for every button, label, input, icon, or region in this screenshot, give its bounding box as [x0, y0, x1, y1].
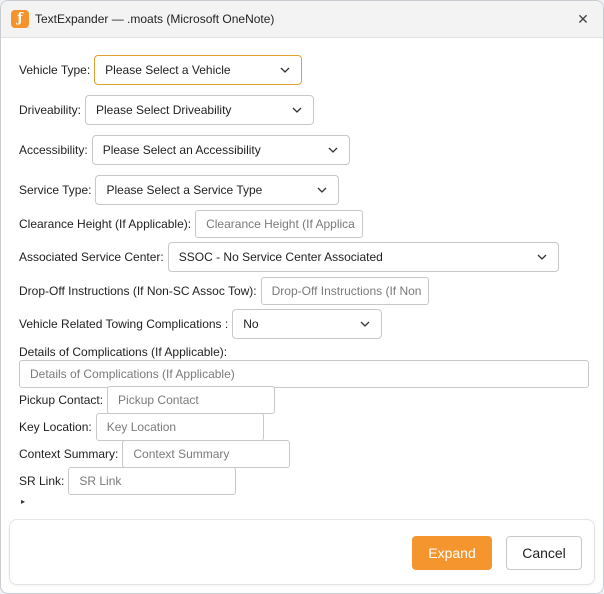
footer-bar: Expand Cancel: [9, 519, 595, 585]
clearance-height-input[interactable]: Clearance Height (If Applica: [195, 210, 364, 238]
service-type-label: Service Type:: [19, 183, 92, 197]
sr-link-label: SR Link:: [19, 474, 65, 488]
key-location-row: Key Location: Key Location: [19, 413, 264, 441]
chevron-down-icon: [328, 147, 338, 153]
chevron-down-icon: [360, 321, 370, 327]
dropoff-row: Drop-Off Instructions (If Non-SC Assoc T…: [19, 277, 429, 305]
vehicle-type-select[interactable]: Please Select a Vehicle: [94, 55, 303, 85]
context-summary-input[interactable]: Context Summary: [122, 440, 291, 468]
dropoff-input[interactable]: Drop-Off Instructions (If Non: [260, 277, 429, 305]
service-type-value: Please Select a Service Type: [106, 183, 263, 197]
textexpander-app-icon: ƒ: [11, 10, 29, 28]
key-location-label: Key Location:: [19, 420, 92, 434]
form-content: Vehicle Type: Please Select a Vehicle Dr…: [1, 38, 603, 508]
dropoff-label: Drop-Off Instructions (If Non-SC Assoc T…: [19, 284, 257, 298]
vehicle-type-label: Vehicle Type:: [19, 63, 91, 77]
close-icon: ✕: [577, 11, 589, 27]
sr-link-row: SR Link: SR Link: [19, 467, 237, 495]
accessibility-row: Accessibility: Please Select an Accessib…: [19, 135, 350, 165]
key-location-placeholder: Key Location: [106, 420, 177, 434]
details-complications-label: Details of Complications (If Applicable)…: [19, 345, 228, 359]
towing-complications-label: Vehicle Related Towing Complications :: [19, 317, 229, 331]
sr-link-placeholder: SR Link: [79, 474, 122, 488]
driveability-select[interactable]: Please Select Driveability: [85, 95, 315, 125]
chevron-down-icon: [292, 107, 302, 113]
disclosure-triangle-icon[interactable]: ▸: [21, 497, 25, 506]
details-complications-placeholder: Details of Complications (If Applicable): [30, 367, 235, 381]
vehicle-type-value: Please Select a Vehicle: [105, 63, 231, 77]
window-title: TextExpander — .moats (Microsoft OneNote…: [35, 12, 275, 26]
service-center-row: Associated Service Center: SSOC - No Ser…: [19, 242, 559, 272]
service-type-row: Service Type: Please Select a Service Ty…: [19, 175, 340, 205]
cancel-button[interactable]: Cancel: [506, 536, 582, 570]
driveability-value: Please Select Driveability: [96, 103, 232, 117]
accessibility-select[interactable]: Please Select an Accessibility: [91, 135, 350, 165]
title-bar: ƒ TextExpander — .moats (Microsoft OneNo…: [1, 1, 603, 38]
towing-complications-row: Vehicle Related Towing Complications : N…: [19, 309, 383, 339]
context-summary-placeholder: Context Summary: [133, 447, 230, 461]
context-summary-row: Context Summary: Context Summary: [19, 440, 291, 468]
towing-complications-value: No: [243, 317, 259, 331]
close-button[interactable]: ✕: [571, 7, 595, 31]
sr-link-input[interactable]: SR Link: [68, 467, 237, 495]
service-center-value: SSOC - No Service Center Associated: [178, 250, 383, 264]
chevron-down-icon: [318, 187, 327, 193]
service-center-label: Associated Service Center:: [19, 250, 164, 264]
accessibility-value: Please Select an Accessibility: [102, 143, 261, 157]
context-summary-label: Context Summary:: [19, 447, 119, 461]
key-location-input[interactable]: Key Location: [95, 413, 264, 441]
towing-complications-select[interactable]: No: [232, 309, 383, 339]
accessibility-label: Accessibility:: [19, 143, 88, 157]
chevron-down-icon: [537, 254, 547, 260]
dropoff-placeholder: Drop-Off Instructions (If Non: [271, 284, 422, 298]
clearance-height-placeholder: Clearance Height (If Applica: [206, 217, 355, 231]
pickup-contact-row: Pickup Contact: Pickup Contact: [19, 386, 276, 414]
details-complications-input[interactable]: Details of Complications (If Applicable): [19, 360, 589, 388]
pickup-contact-input[interactable]: Pickup Contact: [107, 386, 276, 414]
pickup-contact-label: Pickup Contact:: [19, 393, 104, 407]
driveability-label: Driveability:: [19, 103, 82, 117]
service-type-select[interactable]: Please Select a Service Type: [95, 175, 340, 205]
textexpander-window: ƒ TextExpander — .moats (Microsoft OneNo…: [0, 0, 604, 594]
clearance-height-row: Clearance Height (If Applicable): Cleara…: [19, 210, 364, 238]
driveability-row: Driveability: Please Select Driveability: [19, 95, 315, 125]
pickup-contact-placeholder: Pickup Contact: [118, 393, 199, 407]
vehicle-type-row: Vehicle Type: Please Select a Vehicle: [19, 55, 303, 85]
clearance-height-label: Clearance Height (If Applicable):: [19, 217, 192, 231]
expand-button[interactable]: Expand: [412, 536, 492, 570]
chevron-down-icon: [280, 67, 290, 73]
service-center-select[interactable]: SSOC - No Service Center Associated: [167, 242, 559, 272]
